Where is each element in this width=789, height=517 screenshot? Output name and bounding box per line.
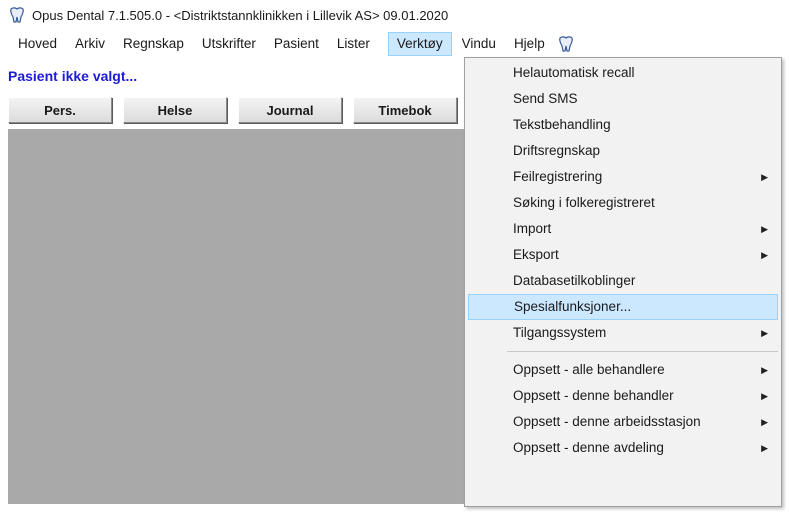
patient-status: Pasient ikke valgt... [8,68,138,84]
title-bar: Opus Dental 7.1.505.0 - <Distriktstannkl… [0,0,789,30]
menu-item-oppsett-alle-behandlere[interactable]: Oppsett - alle behandlere ▶ [468,357,778,383]
menu-item-oppsett-denne-avdeling[interactable]: Oppsett - denne avdeling ▶ [468,435,778,461]
menu-verktoy[interactable]: Verktøy [387,31,452,56]
menu-item-eksport[interactable]: Eksport ▶ [468,242,778,268]
menu-utskrifter[interactable]: Utskrifter [194,33,264,55]
tooth-icon [10,7,24,23]
tab-journal[interactable]: Journal [238,97,342,123]
menu-item-tilgangssystem[interactable]: Tilgangssystem ▶ [468,320,778,346]
tab-timebok[interactable]: Timebok [353,97,457,123]
menu-hjelp[interactable]: Hjelp [506,33,553,55]
triangle-right-icon: ▶ [761,417,768,427]
menu-item-send-sms[interactable]: Send SMS [468,86,778,112]
triangle-right-icon: ▶ [761,172,768,182]
menu-item-oppsett-denne-arbeidsstasjon[interactable]: Oppsett - denne arbeidsstasjon ▶ [468,409,778,435]
triangle-right-icon: ▶ [761,224,768,234]
verktoy-dropdown-menu: Helautomatisk recall Send SMS Tekstbehan… [464,57,782,507]
menu-item-soking-folkeregistreret[interactable]: Søking i folkeregistreret [468,190,778,216]
window-title: Opus Dental 7.1.505.0 - <Distriktstannkl… [32,7,449,23]
menu-item-feilregistrering[interactable]: Feilregistrering ▶ [468,164,778,190]
menu-vindu[interactable]: Vindu [454,33,504,55]
triangle-right-icon: ▶ [761,365,768,375]
menu-item-databasetilkoblinger[interactable]: Databasetilkoblinger [468,268,778,294]
menu-arkiv[interactable]: Arkiv [67,33,113,55]
menu-lister[interactable]: Lister [329,33,378,55]
menu-item-import[interactable]: Import ▶ [468,216,778,242]
menu-item-tekstbehandling[interactable]: Tekstbehandling [468,112,778,138]
menu-item-oppsett-denne-behandler[interactable]: Oppsett - denne behandler ▶ [468,383,778,409]
tooth-help-icon[interactable] [557,35,575,53]
menu-item-driftsregnskap[interactable]: Driftsregnskap [468,138,778,164]
menu-pasient[interactable]: Pasient [266,33,327,55]
menu-regnskap[interactable]: Regnskap [115,33,192,55]
triangle-right-icon: ▶ [761,391,768,401]
triangle-right-icon: ▶ [761,250,768,260]
tab-helse[interactable]: Helse [123,97,227,123]
tab-pers[interactable]: Pers. [8,97,112,123]
menu-item-spesialfunksjoner[interactable]: Spesialfunksjoner... [468,294,778,320]
triangle-right-icon: ▶ [761,328,768,338]
menu-bar: Hoved Arkiv Regnskap Utskrifter Pasient … [0,31,789,56]
triangle-right-icon: ▶ [761,443,768,453]
patient-tab-row: Pers. Helse Journal Timebok [8,97,468,125]
menu-item-helautomatisk-recall[interactable]: Helautomatisk recall [468,60,778,86]
menu-separator [507,351,778,352]
menu-hoved[interactable]: Hoved [10,33,65,55]
